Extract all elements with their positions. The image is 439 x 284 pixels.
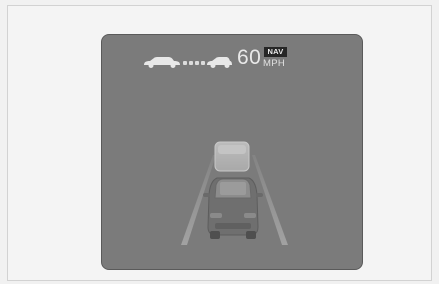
- own-vehicle-icon: [203, 177, 263, 239]
- driver-display: 60 NAV MPH: [101, 34, 363, 270]
- figure-frame: 60 NAV MPH: [7, 5, 432, 281]
- lead-vehicle-icon: [214, 141, 250, 172]
- road-view: [181, 141, 288, 245]
